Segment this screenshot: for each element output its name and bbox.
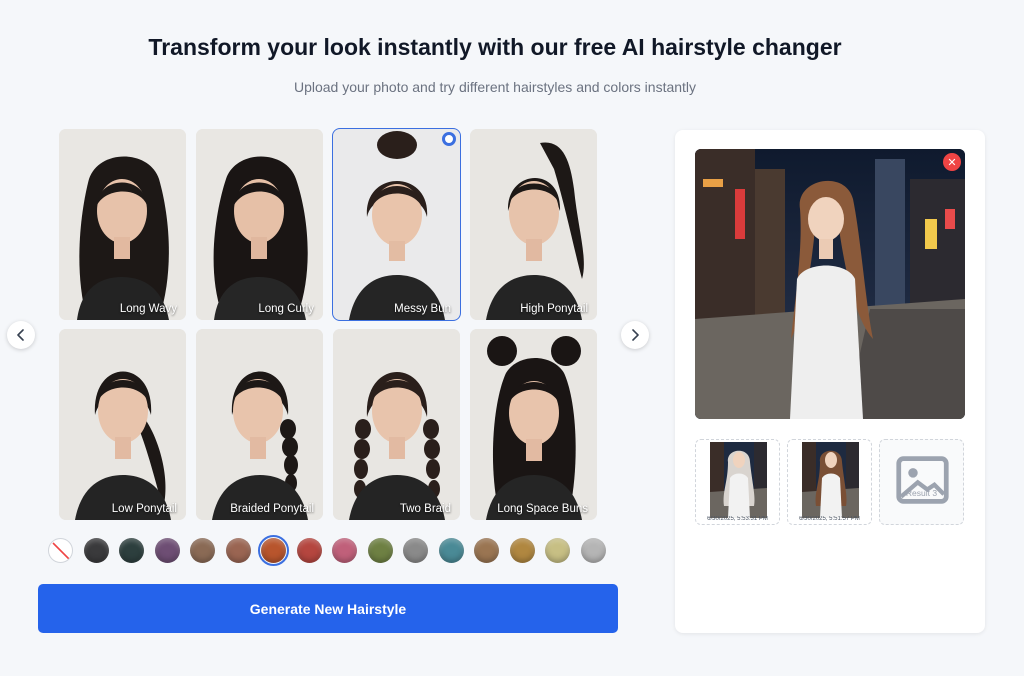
carousel-next-button[interactable] xyxy=(621,321,649,349)
hairstyle-card-braided-ponytail[interactable]: Braided Ponytail xyxy=(196,329,323,520)
hairstyle-label: Long Wavy xyxy=(119,303,177,315)
empty-slot-label: Result 3 xyxy=(905,488,938,498)
hairstyle-preview-image xyxy=(59,129,186,320)
hairstyle-preview-image xyxy=(196,329,323,520)
color-swatch-selected[interactable] xyxy=(258,535,289,566)
color-swatch[interactable] xyxy=(545,538,570,563)
result-thumbnail[interactable]: 6/30/2025, 5:53:31 PM xyxy=(695,439,780,525)
hairstyle-label: High Ponytail xyxy=(520,303,588,315)
generate-hairstyle-button[interactable]: Generate New Hairstyle xyxy=(38,584,618,633)
close-icon: ✕ xyxy=(947,156,957,169)
color-swatch[interactable] xyxy=(154,538,180,563)
hairstyle-card-two-braid[interactable]: Two Braid xyxy=(333,329,460,520)
hairstyle-label: Low Ponytail xyxy=(111,503,177,515)
hairstyle-preview-image xyxy=(333,329,460,520)
color-swatch-none[interactable] xyxy=(48,538,73,563)
result-photo xyxy=(695,149,965,419)
color-swatch[interactable] xyxy=(119,538,144,563)
hairstyle-label: Messy Bun xyxy=(394,303,451,315)
color-swatch[interactable] xyxy=(296,538,322,563)
hairstyle-grid: Long Wavy Long Curly Messy Bun High Pony… xyxy=(59,128,597,520)
no-color-icon xyxy=(52,542,71,561)
color-swatch[interactable] xyxy=(509,538,535,563)
result-image: ✕ xyxy=(695,149,965,419)
page-subtitle: Upload your photo and try different hair… xyxy=(293,79,697,95)
results-panel: ✕ 6/30/2025, 5:53:31 PM 6/30/2025, 5:51:… xyxy=(675,130,985,633)
hairstyle-preview-image xyxy=(333,129,460,320)
color-swatch[interactable] xyxy=(225,538,251,563)
chevron-left-icon xyxy=(17,329,24,341)
color-swatch[interactable] xyxy=(190,538,215,563)
thumbnail-image xyxy=(710,442,767,518)
color-swatch[interactable] xyxy=(580,538,606,563)
color-swatch[interactable] xyxy=(83,538,109,563)
hairstyle-label: Braided Ponytail xyxy=(230,503,314,515)
color-swatch[interactable] xyxy=(403,538,428,563)
thumbnail-timestamp: 6/30/2025, 5:53:31 PM xyxy=(707,516,768,522)
chevron-right-icon xyxy=(632,329,639,341)
hair-color-palette xyxy=(48,535,606,566)
page-title: Transform your look instantly with our f… xyxy=(148,34,842,60)
hairstyle-preview-image xyxy=(196,129,323,320)
selected-indicator xyxy=(442,132,456,146)
result-history: 6/30/2025, 5:53:31 PM 6/30/2025, 5:51:57… xyxy=(695,439,964,525)
result-thumbnail[interactable]: 6/30/2025, 5:51:57 PM xyxy=(787,439,872,525)
color-swatch[interactable] xyxy=(474,538,499,563)
hairstyle-card-messy-bun[interactable]: Messy Bun xyxy=(332,128,461,321)
hairstyle-label: Long Space Buns xyxy=(497,503,588,515)
thumbnail-image xyxy=(802,442,859,518)
hairstyle-label: Long Curly xyxy=(258,303,314,315)
image-icon xyxy=(896,456,949,504)
hairstyle-card-high-ponytail[interactable]: High Ponytail xyxy=(470,129,597,320)
hairstyle-preview-image xyxy=(470,329,597,520)
hairstyle-card-long-curly[interactable]: Long Curly xyxy=(196,129,323,320)
color-swatch[interactable] xyxy=(367,538,393,563)
carousel-prev-button[interactable] xyxy=(7,321,35,349)
color-swatch[interactable] xyxy=(332,538,357,563)
close-result-button[interactable]: ✕ xyxy=(943,153,961,171)
hairstyle-preview-image xyxy=(59,329,186,520)
color-swatch[interactable] xyxy=(438,538,464,563)
hairstyle-card-long-wavy[interactable]: Long Wavy xyxy=(59,129,186,320)
thumbnail-timestamp: 6/30/2025, 5:51:57 PM xyxy=(799,516,860,522)
hairstyle-label: Two Braid xyxy=(399,503,451,515)
hairstyle-card-low-ponytail[interactable]: Low Ponytail xyxy=(59,329,186,520)
hairstyle-card-long-space-buns[interactable]: Long Space Buns xyxy=(470,329,597,520)
result-slot-empty: Result 3 xyxy=(879,439,964,525)
hairstyle-preview-image xyxy=(470,129,597,320)
